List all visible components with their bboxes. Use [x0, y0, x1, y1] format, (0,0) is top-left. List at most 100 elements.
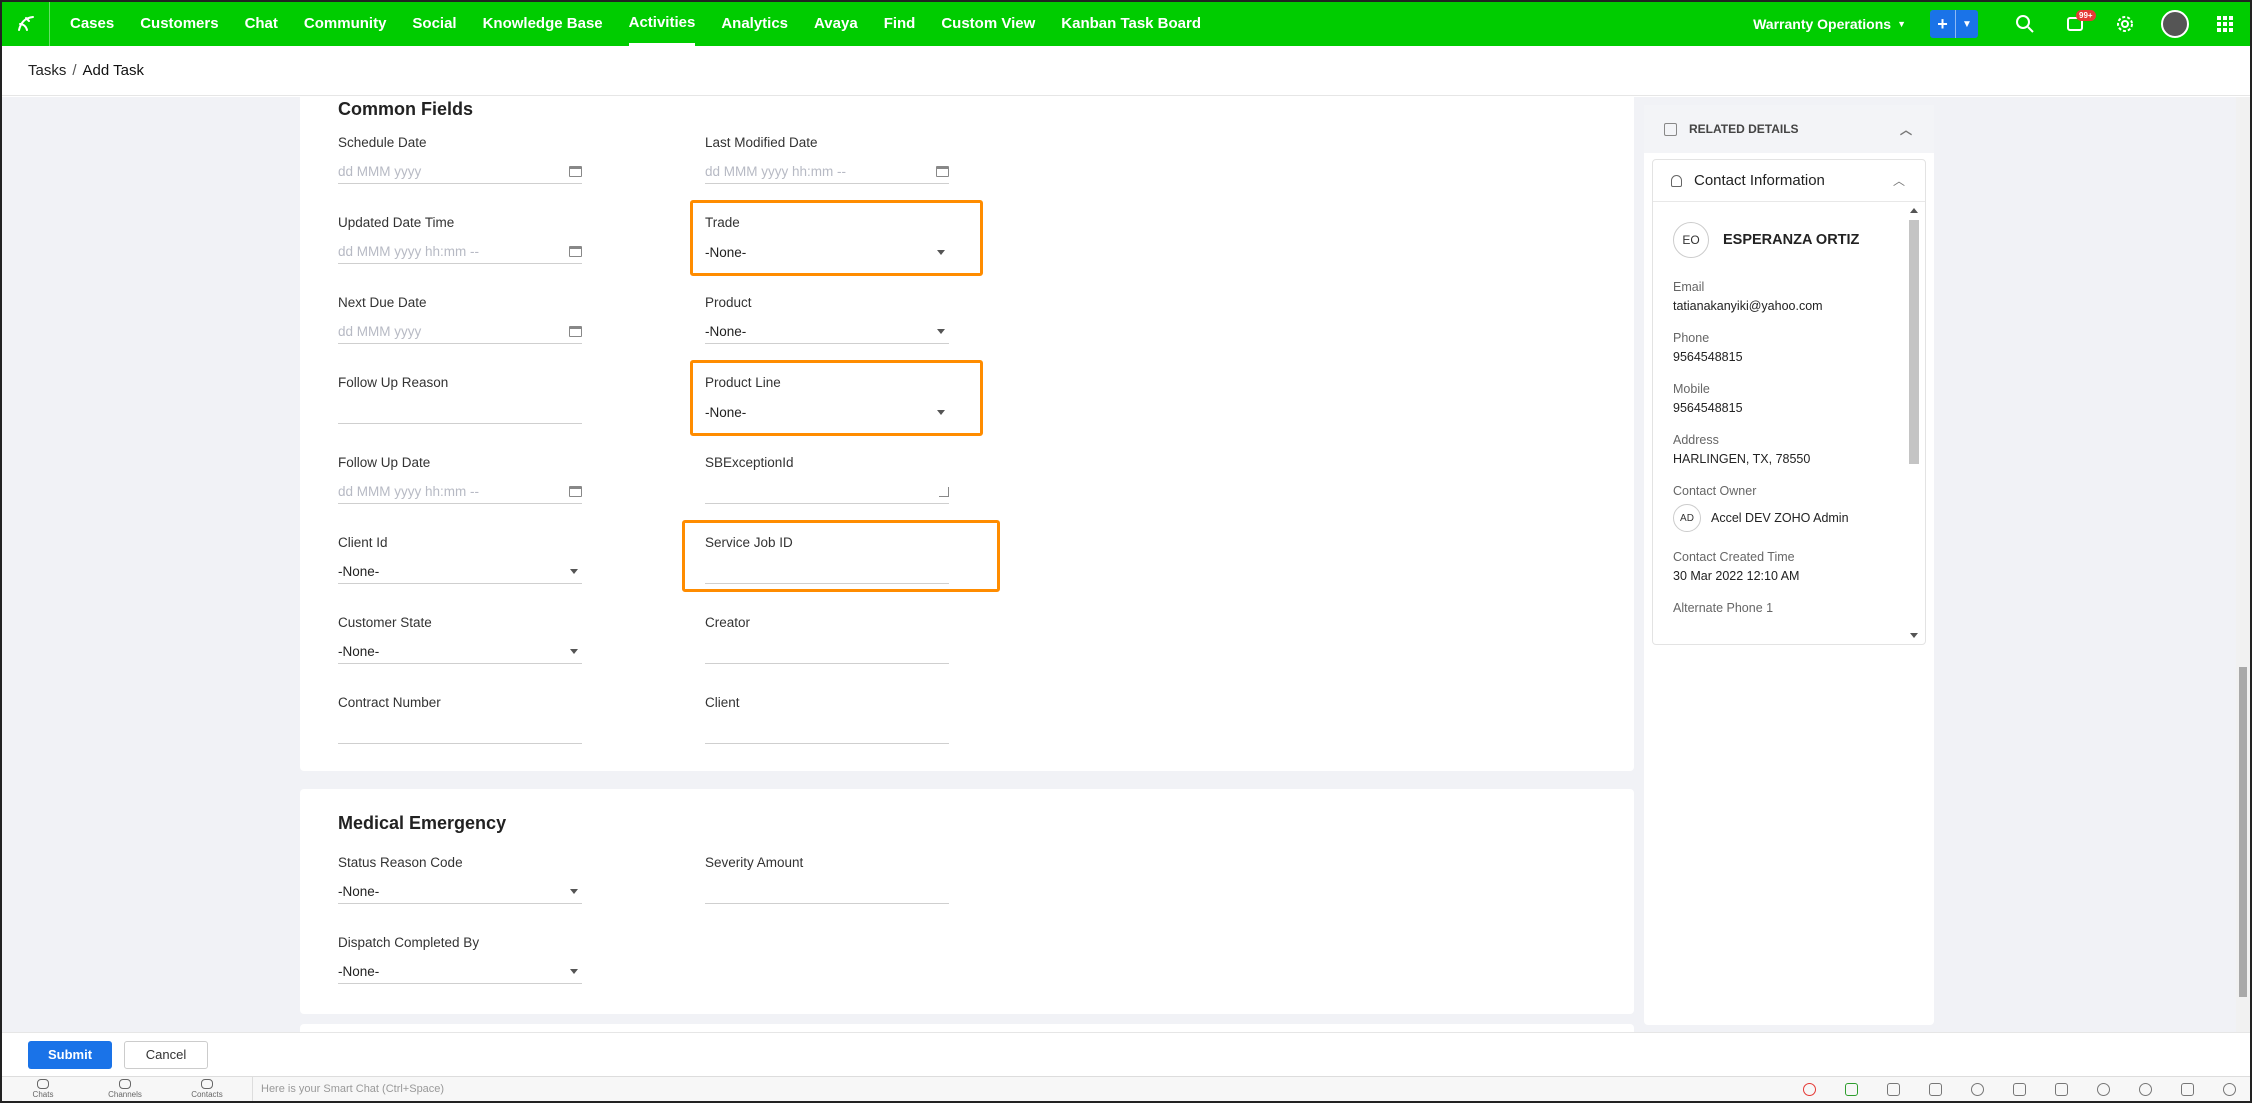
nav-tab-custom-view[interactable]: Custom View — [941, 2, 1035, 46]
footer-contacts[interactable]: Contacts — [166, 1079, 248, 1099]
dispatch-completed-by-select[interactable]: -None- — [338, 960, 582, 984]
next-due-date-input[interactable]: dd MMM yyyy — [338, 320, 582, 344]
chevron-up-icon[interactable]: ︿ — [1893, 172, 1905, 189]
follow-up-date-input[interactable]: dd MMM yyyy hh:mm -- — [338, 480, 582, 504]
page-title: Add Task — [82, 62, 144, 79]
panel-icon — [1664, 122, 1677, 136]
nav-tab-cases[interactable]: Cases — [70, 2, 114, 46]
related-details-panel: RELATED DETAILS ︿ Contact Information ︿ … — [1644, 105, 1934, 1025]
contract-number-input[interactable] — [338, 720, 582, 744]
keyboard-icon[interactable] — [1872, 1082, 1914, 1096]
customer-state-field: Customer State -None- — [338, 615, 582, 664]
field-label: Service Job ID — [705, 535, 793, 550]
phone-value[interactable]: 9564548815 — [1673, 350, 1925, 364]
person-icon — [1671, 174, 1682, 187]
calendar-icon[interactable] — [936, 166, 949, 177]
smart-chat-footer: Chats Channels Contacts Here is your Sma… — [2, 1076, 2250, 1101]
nav-tab-avaya[interactable]: Avaya — [814, 2, 858, 46]
creator-input[interactable] — [705, 640, 949, 664]
footer-channels[interactable]: Channels — [84, 1079, 166, 1099]
related-details-header[interactable]: RELATED DETAILS ︿ — [1644, 105, 1934, 153]
user-avatar[interactable] — [2150, 2, 2200, 46]
nav-tab-analytics[interactable]: Analytics — [721, 2, 788, 46]
customer-state-select[interactable]: -None- — [338, 640, 582, 664]
service-job-id-input[interactable] — [705, 560, 949, 584]
contact-name-link[interactable]: ESPERANZA ORTIZ — [1723, 232, 1859, 248]
last-modified-date-input[interactable]: dd MMM yyyy hh:mm -- — [705, 160, 949, 184]
trade-field: Trade -None- — [705, 215, 949, 264]
severity-amount-input[interactable] — [705, 880, 949, 904]
moon-icon[interactable] — [2124, 1082, 2166, 1096]
trade-select[interactable]: -None- — [705, 240, 949, 264]
cancel-button[interactable]: Cancel — [124, 1040, 208, 1069]
email-value[interactable]: tatianakanyiki@yahoo.com — [1673, 299, 1925, 313]
calendar-icon[interactable] — [569, 326, 582, 337]
medical-emergency-section: Medical Emergency Status Reason Code -No… — [300, 789, 1634, 1014]
nav-tab-find[interactable]: Find — [884, 2, 916, 46]
scrollbar-thumb[interactable] — [2239, 667, 2247, 997]
calendar-icon[interactable] — [569, 246, 582, 257]
follow-up-reason-input[interactable] — [338, 400, 582, 424]
alert-icon[interactable] — [1788, 1082, 1830, 1096]
nav-tab-activities[interactable]: Activities — [628, 2, 696, 46]
workspace-select[interactable]: Warranty Operations ▼ — [1753, 16, 1906, 32]
window-icon[interactable] — [2166, 1082, 2208, 1096]
select-value: -None- — [338, 564, 380, 579]
scroll-down-icon[interactable] — [1910, 633, 1918, 638]
search-icon[interactable] — [2208, 1082, 2250, 1096]
smart-chat-input[interactable]: Here is your Smart Chat (Ctrl+Space) — [252, 1077, 444, 1101]
nav-tab-social[interactable]: Social — [412, 2, 456, 46]
notifications-icon[interactable]: 99+ — [2050, 2, 2100, 46]
select-value: -None- — [705, 244, 747, 260]
field-label: Creator — [705, 615, 751, 630]
refresh-icon[interactable] — [2040, 1082, 2082, 1096]
severity-amount-field: Severity Amount — [705, 855, 949, 904]
client-id-select[interactable]: -None- — [338, 560, 582, 584]
field-label: Severity Amount — [705, 855, 804, 870]
product-select[interactable]: -None- — [705, 320, 949, 344]
breadcrumb-tasks-link[interactable]: Tasks — [28, 62, 66, 79]
gear-icon[interactable] — [2100, 2, 2150, 46]
nav-tab-kanban-task-board[interactable]: Kanban Task Board — [1061, 2, 1201, 46]
main-scrollbar[interactable] — [2236, 97, 2250, 1032]
accessibility-icon[interactable] — [2082, 1082, 2124, 1096]
search-icon[interactable] — [2000, 2, 2050, 46]
calendar-icon[interactable] — [1914, 1082, 1956, 1096]
client-input[interactable] — [705, 720, 949, 744]
scrollbar-thumb[interactable] — [1909, 220, 1919, 464]
contact-information-header[interactable]: Contact Information ︿ — [1653, 160, 1925, 202]
calendar-icon[interactable] — [569, 486, 582, 497]
field-label: Contract Number — [338, 695, 441, 710]
nav-tab-community[interactable]: Community — [304, 2, 387, 46]
nav-tab-chat[interactable]: Chat — [245, 2, 278, 46]
contact-panel-scrollbar[interactable] — [1907, 204, 1921, 644]
status-reason-code-select[interactable]: -None- — [338, 880, 582, 904]
clock-icon[interactable] — [1956, 1082, 1998, 1096]
mobile-value[interactable]: 9564548815 — [1673, 401, 1925, 415]
schedule-date-input[interactable]: dd MMM yyyy — [338, 160, 582, 184]
megaphone-icon[interactable] — [1998, 1082, 2040, 1096]
product-line-select[interactable]: -None- — [705, 400, 949, 424]
calendar-icon[interactable] — [569, 166, 582, 177]
updated-date-time-input[interactable]: dd MMM yyyy hh:mm -- — [338, 240, 582, 264]
contact-owner-value: Accel DEV ZOHO Admin — [1711, 511, 1849, 525]
sb-exception-id-field: SBExceptionId — [705, 455, 949, 504]
scroll-up-icon[interactable] — [1910, 208, 1918, 213]
nav-tab-customers[interactable]: Customers — [140, 2, 218, 46]
placeholder-text: dd MMM yyyy hh:mm -- — [705, 164, 847, 179]
dial-icon[interactable] — [1830, 1082, 1872, 1096]
chevron-down-icon[interactable]: ▼ — [1956, 19, 1978, 30]
common-fields-section: Common Fields Schedule Date dd MMM yyyy … — [300, 97, 1634, 771]
address-label: Address — [1673, 433, 1719, 447]
footer-chats[interactable]: Chats — [2, 1079, 84, 1099]
contact-details-list: Email tatianakanyiki@yahoo.com Phone 956… — [1653, 280, 1925, 615]
resize-handle-icon[interactable] — [939, 486, 949, 497]
app-grid-icon[interactable] — [2200, 2, 2250, 46]
submit-button[interactable]: Submit — [28, 1040, 112, 1069]
chevron-up-icon[interactable]: ︿ — [1900, 121, 1912, 138]
contact-owner-label: Contact Owner — [1673, 484, 1757, 498]
sb-exception-id-textarea[interactable] — [705, 480, 949, 504]
quick-create-button[interactable]: + ▼ — [1930, 10, 1978, 38]
nav-tab-knowledge-base[interactable]: Knowledge Base — [483, 2, 603, 46]
app-logo-icon[interactable] — [2, 2, 50, 46]
